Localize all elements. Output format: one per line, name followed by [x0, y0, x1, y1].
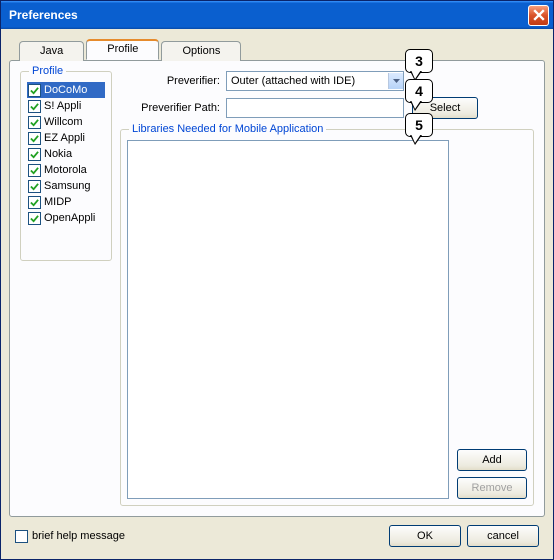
profile-item-label: OpenAppli: [44, 212, 95, 224]
profile-item-samsung[interactable]: Samsung: [27, 178, 105, 194]
checkbox-icon: [28, 148, 41, 161]
profile-item-midp[interactable]: MIDP: [27, 194, 105, 210]
checkbox-icon: [28, 212, 41, 225]
profile-item-motorola[interactable]: Motorola: [27, 162, 105, 178]
tab-java[interactable]: Java: [19, 41, 84, 61]
checkbox-icon: [28, 132, 41, 145]
right-column: Preverifier: Outer (attached with IDE) P…: [120, 71, 534, 506]
profile-list: DoCoMo S! Appli Willcom EZ Appli Nokia Motoro…: [27, 82, 105, 226]
preverifier-combo[interactable]: Outer (attached with IDE): [226, 71, 404, 91]
libraries-body: Add Remove: [127, 140, 527, 499]
profile-item-s-appli[interactable]: S! Appli: [27, 98, 105, 114]
add-button[interactable]: Add: [457, 449, 527, 471]
select-button[interactable]: Select: [412, 97, 478, 119]
preverifier-path-label: Preverifier Path:: [120, 102, 226, 114]
preverifier-value: Outer (attached with IDE): [231, 75, 355, 87]
libraries-listbox[interactable]: [127, 140, 449, 499]
checkbox-icon: [28, 196, 41, 209]
ok-button[interactable]: OK: [389, 525, 461, 547]
chevron-down-icon: [388, 73, 403, 89]
checkbox-icon: [28, 100, 41, 113]
checkbox-icon: [28, 84, 41, 97]
profile-item-ez-appli[interactable]: EZ Appli: [27, 130, 105, 146]
checkbox-icon: [28, 164, 41, 177]
profile-item-label: Nokia: [44, 148, 72, 160]
preverifier-row: Preverifier: Outer (attached with IDE): [120, 71, 534, 91]
profile-legend: Profile: [29, 65, 66, 77]
libraries-legend: Libraries Needed for Mobile Application: [129, 123, 326, 135]
profile-item-label: MIDP: [44, 196, 72, 208]
libraries-buttons: Add Remove: [457, 140, 527, 499]
libraries-groupbox: Libraries Needed for Mobile Application …: [120, 129, 534, 506]
profile-item-label: S! Appli: [44, 100, 81, 112]
profile-item-label: Samsung: [44, 180, 90, 192]
profile-item-label: EZ Appli: [44, 132, 85, 144]
client-area: Java Profile Options Profile DoCoMo S! Ap…: [1, 29, 553, 559]
checkbox-icon: [28, 116, 41, 129]
close-icon: [533, 9, 545, 21]
profile-item-willcom[interactable]: Willcom: [27, 114, 105, 130]
profile-groupbox: Profile DoCoMoS! AppliWillcomEZ AppliNok…: [20, 71, 112, 261]
tab-profile[interactable]: Profile: [86, 39, 159, 60]
checkbox-icon: [15, 530, 28, 543]
cancel-button[interactable]: cancel: [467, 525, 539, 547]
preferences-window: Preferences Java Profile Options Profile…: [0, 0, 554, 560]
preverifier-path-input[interactable]: [226, 98, 404, 118]
preverifier-label: Preverifier:: [120, 75, 226, 87]
remove-button: Remove: [457, 477, 527, 499]
preverifier-path-row: Preverifier Path: Select: [120, 97, 534, 119]
profile-item-label: Willcom: [44, 116, 83, 128]
brief-help-label: brief help message: [32, 530, 125, 542]
checkbox-icon: [28, 180, 41, 193]
tab-bar: Java Profile Options: [19, 39, 545, 60]
profile-item-nokia[interactable]: Nokia: [27, 146, 105, 162]
titlebar: Preferences: [1, 1, 553, 29]
tab-options[interactable]: Options: [161, 41, 241, 61]
profile-item-docomo[interactable]: DoCoMo: [27, 82, 105, 98]
profile-item-label: DoCoMo: [44, 84, 87, 96]
footer: brief help message OK cancel: [9, 517, 545, 551]
profile-item-openappli[interactable]: OpenAppli: [27, 210, 105, 226]
profile-item-label: Motorola: [44, 164, 87, 176]
tab-panel-profile: Profile DoCoMo S! Appli Willcom EZ Appli Nok…: [9, 60, 545, 517]
window-title: Preferences: [9, 8, 528, 22]
close-button[interactable]: [528, 5, 549, 26]
brief-help-checkbox[interactable]: brief help message: [15, 530, 125, 543]
